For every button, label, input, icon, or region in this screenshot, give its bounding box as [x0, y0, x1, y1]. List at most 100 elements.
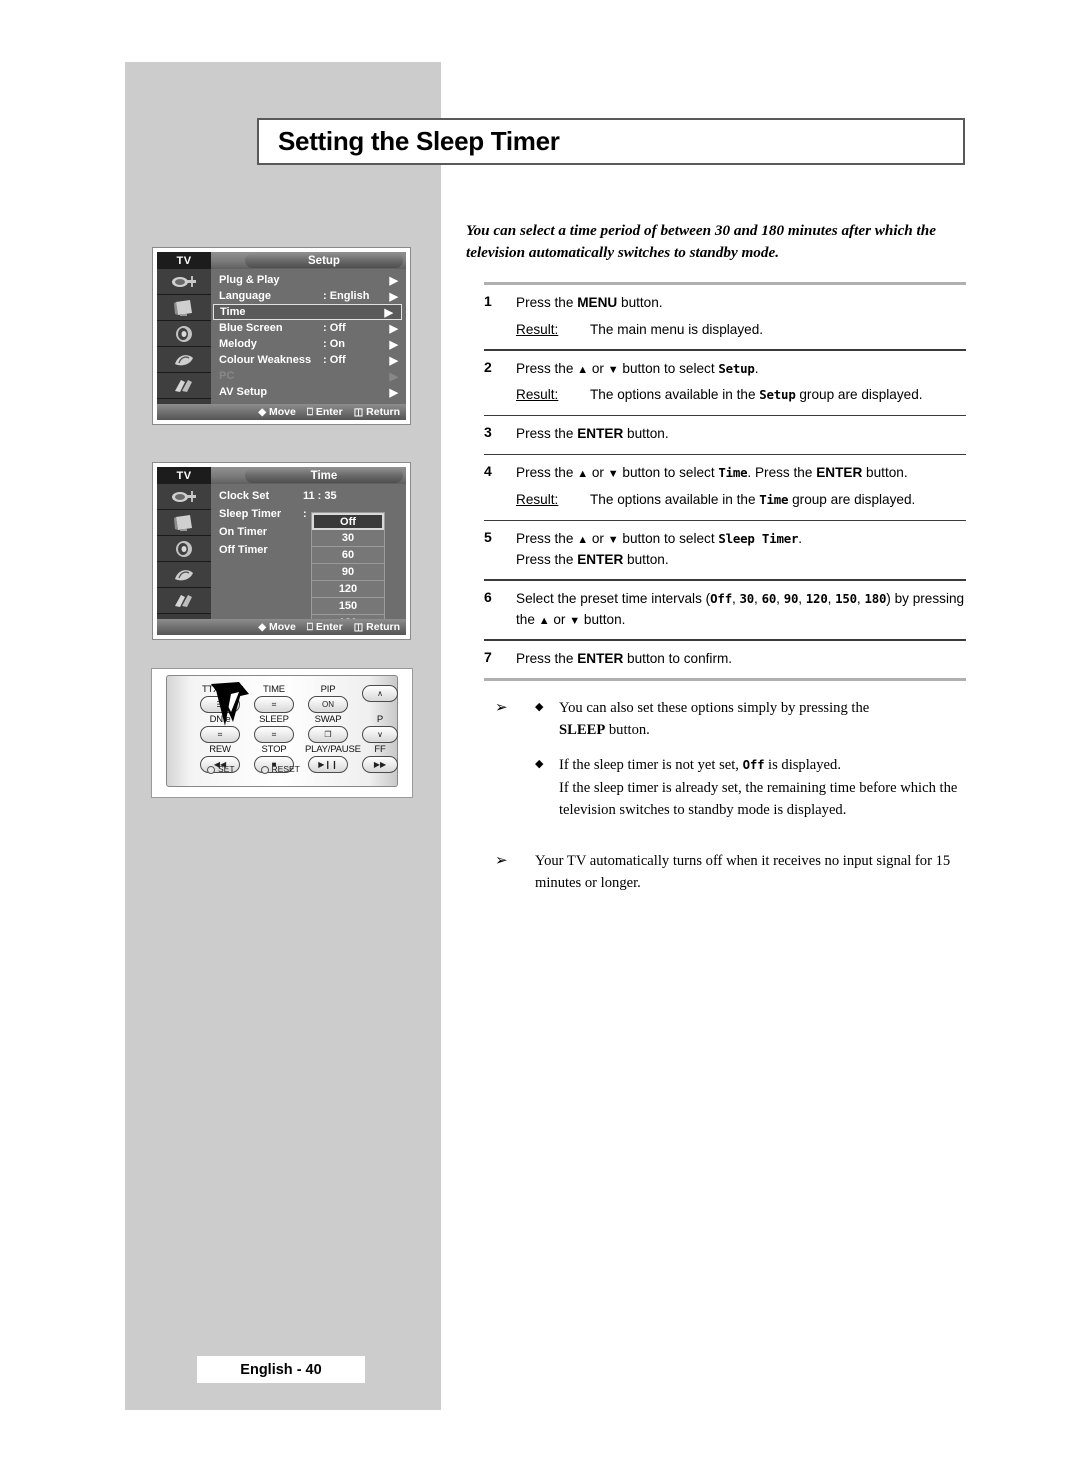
step-1: 1 Press the MENU button. Result: The main m… — [484, 285, 966, 349]
step-4: 4 Press the ▲ or ▼ button to select Time.… — [484, 455, 966, 519]
speaker-icon — [157, 536, 211, 562]
osd-time-tv-label: TV — [157, 467, 211, 484]
step-result: Result: The options available in the Time… — [516, 490, 966, 511]
remote-button-dnie[interactable]: DNIe ⌗ — [197, 714, 243, 743]
setup-gear-icon — [157, 373, 211, 399]
osd-setup-row-time[interactable]: Time ▶ — [213, 304, 402, 320]
note-arrow-icon: ➢ — [495, 700, 508, 716]
osd-setup-move-label: Move — [269, 406, 296, 418]
osd-setup-row-colour-weakness[interactable]: Colour Weakness: Off ▶ — [211, 352, 406, 368]
setup-gear-icon — [157, 588, 211, 614]
remote-button-glyph-icon: ∨ — [362, 726, 398, 743]
osd-row-label: Blue Screen — [219, 322, 283, 334]
remote-body: TTX/MIX ☰ TIME ⌗ PIP ON ∧ DNIe ⌗ SLEEP ⌗ SWAP ❐ P ∨ REW… — [166, 675, 398, 787]
remote-button-caption: STOP — [261, 744, 287, 755]
chevron-right-icon: ▶ — [389, 274, 398, 287]
steps-list: 1 Press the MENU button. Result: The main m… — [484, 282, 966, 682]
sleep-option-60[interactable]: 60 — [312, 547, 384, 564]
note-arrow-icon: ➢ — [495, 852, 508, 869]
osd-setup-footer: ◆ Move ⎕ Enter ◫ Return — [157, 404, 406, 420]
enter-key-icon: ⎕ — [306, 406, 313, 418]
result-text: The options available in the Time group … — [590, 492, 916, 508]
remote-button-pip[interactable]: PIP ON — [305, 684, 351, 713]
step-text: Press the ▲ or ▼ button to select Setup.… — [516, 359, 966, 406]
return-key-icon: ◫ — [353, 406, 364, 418]
page-footer-box: English - 40 — [197, 1356, 365, 1383]
osd-setup-row-blue-screen[interactable]: Blue Screen: Off ▶ — [211, 320, 406, 336]
sleep-option-off[interactable]: Off — [312, 513, 384, 530]
osd-row-value: : Off — [323, 354, 346, 366]
page-footer-label: English - 40 — [240, 1361, 322, 1378]
osd-time-icon-column — [157, 484, 211, 621]
osd-row-value: : Off — [323, 322, 346, 334]
chevron-right-icon: ▶ — [389, 370, 398, 383]
osd-setup-tv-label: TV — [157, 252, 211, 269]
osd-setup-menu: TV Setup Plug & Play ▶ Language: Englis… — [152, 247, 411, 425]
remote-button-ttx-mix[interactable]: TTX/MIX ☰ — [197, 684, 243, 713]
remote-button-caption: REW — [209, 744, 231, 755]
sleep-timer-option-list[interactable]: Off306090120150180 — [311, 512, 385, 632]
picture-mode-icon — [157, 562, 211, 588]
remote-button-caption: SLEEP — [259, 714, 289, 725]
step-text: Press the ▲ or ▼ button to select Time. … — [516, 463, 966, 510]
page-title-box: Setting the Sleep Timer — [257, 118, 965, 165]
step-text: Press the ▲ or ▼ button to select Sleep … — [516, 531, 803, 567]
note-block-2: ➢ Your TV automatically turns off when it… — [495, 850, 965, 894]
chevron-right-icon: ▶ — [389, 338, 398, 351]
step-number: 4 — [484, 463, 492, 480]
remote-button-glyph-icon: ∧ — [362, 685, 398, 702]
up-down-arrows-icon: ◆ — [258, 621, 267, 633]
step-text: Press the ENTER button to confirm. — [516, 650, 733, 666]
osd-row-label: AV Setup — [219, 386, 268, 398]
osd-time-enter-label: Enter — [315, 621, 343, 633]
osd-time-row-clock-set[interactable]: Clock Set 11 : 35 — [211, 487, 406, 505]
osd-setup-row-melody[interactable]: Melody: On ▶ — [211, 336, 406, 352]
plug-connector-icon — [157, 269, 211, 295]
osd-setup-row-av-setup[interactable]: AV Setup ▶ — [211, 384, 406, 400]
remote-button-p[interactable]: P ∨ — [357, 714, 403, 743]
enter-key-icon: ⎕ — [306, 621, 313, 633]
remote-button-ch-up-down[interactable]: ∧ — [357, 684, 403, 702]
remote-reset-label: RESET — [271, 764, 300, 774]
osd-time-footer: ◆ Move ⎕ Enter ◫ Return — [157, 619, 406, 635]
osd-row-label: Time — [220, 306, 246, 318]
osd-row-label: On Timer — [219, 526, 268, 538]
remote-set-label: SET — [218, 764, 235, 774]
return-key-icon: ◫ — [353, 621, 364, 633]
step-number: 2 — [484, 358, 492, 375]
remote-button-glyph-icon: ☰ — [200, 696, 240, 713]
osd-setup-row-language[interactable]: Language: English ▶ — [211, 288, 406, 304]
remote-button-swap[interactable]: SWAP ❐ — [305, 714, 351, 743]
osd-row-label: Clock Set — [219, 490, 270, 502]
remote-button-glyph-icon: ON — [308, 696, 348, 713]
remote-button-glyph-icon: ⌗ — [200, 726, 240, 743]
tv-set-icon — [157, 510, 211, 536]
osd-row-value: : English — [323, 290, 370, 302]
step-number: 3 — [484, 424, 492, 441]
remote-button-sleep[interactable]: SLEEP ⌗ — [251, 714, 297, 743]
osd-row-label: Melody — [219, 338, 257, 350]
osd-setup-icon-column — [157, 269, 211, 406]
step-number: 5 — [484, 529, 492, 546]
result-text: The main menu is displayed. — [590, 321, 764, 337]
sleep-option-30[interactable]: 30 — [312, 530, 384, 547]
reset-dot-icon — [260, 765, 269, 774]
step-6: 6 Select the preset time intervals (Off, … — [484, 581, 966, 639]
note-block-1: ➢ ◆ You can also set these options simply … — [495, 697, 965, 834]
sleep-option-120[interactable]: 120 — [312, 581, 384, 598]
osd-row-label: PC — [219, 370, 235, 382]
diamond-bullet-icon: ◆ — [535, 758, 544, 771]
osd-setup-titlebar: TV Setup — [157, 252, 406, 269]
sleep-option-150[interactable]: 150 — [312, 598, 384, 615]
osd-setup-row-plug-play[interactable]: Plug & Play ▶ — [211, 272, 406, 288]
sleep-option-90[interactable]: 90 — [312, 564, 384, 581]
chevron-right-icon: ▶ — [389, 354, 398, 367]
osd-row-label: Plug & Play — [219, 274, 280, 286]
step-7: 7 Press the ENTER button to confirm. — [484, 641, 966, 679]
diamond-bullet-icon: ◆ — [535, 701, 544, 713]
remote-button-glyph-icon: ⌗ — [254, 696, 294, 713]
step-result: Result: The main menu is displayed. — [516, 320, 966, 341]
osd-time-move-label: Move — [269, 621, 296, 633]
remote-button-time[interactable]: TIME ⌗ — [251, 684, 297, 713]
note-item-2: ◆ If the sleep timer is not yet set, Off … — [535, 754, 965, 821]
